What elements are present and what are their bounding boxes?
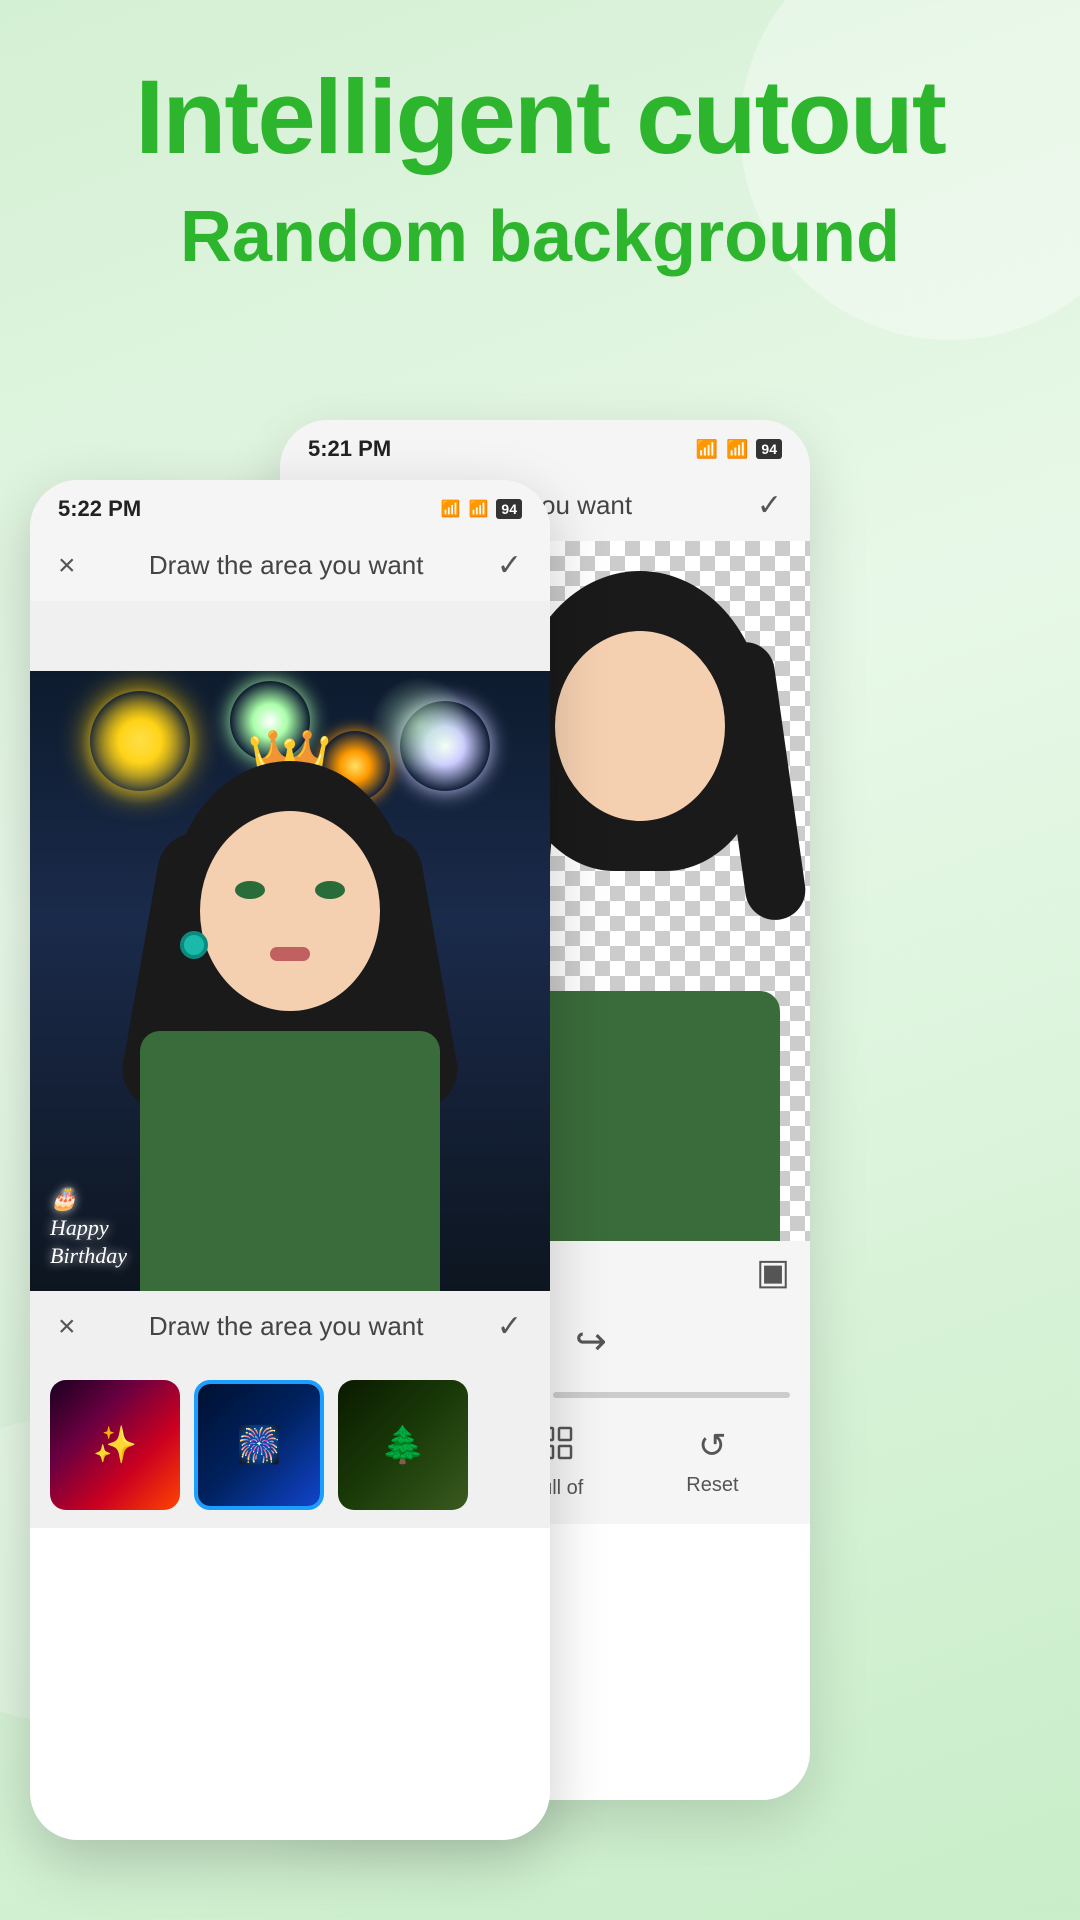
front-top-toolbar: × Draw the area you want ✓ [30, 530, 550, 601]
front-toolbar-title: Draw the area you want [149, 550, 424, 581]
phones-container: 5:21 PM 📶 📶 94 area you want ✓ [0, 400, 1080, 1850]
thumb2-content: 🎆 [198, 1384, 320, 1506]
front-status-bar: 5:22 PM 📶 📶 94 [30, 480, 550, 530]
char-face [555, 631, 725, 821]
slider-opacity[interactable] [553, 1392, 790, 1398]
front-bottom-toolbar-title: Draw the area you want [149, 1311, 424, 1342]
front-top-spacer [30, 601, 550, 671]
front-bottom-confirm-button[interactable]: ✓ [497, 1309, 522, 1344]
wifi-icon: 📶 [726, 439, 748, 460]
birthday-line1: 🎂 [50, 1185, 127, 1214]
birthday-text: 🎂 Happy Birthday [50, 1185, 127, 1271]
back-confirm-button[interactable]: ✓ [757, 488, 782, 523]
thumb1-content: ✨ [50, 1380, 180, 1510]
face [200, 811, 380, 1011]
header-section: Intelligent cutout Random background [0, 60, 1080, 278]
thumbnail-1[interactable]: ✨ [50, 1380, 180, 1510]
reset-icon: ↺ [698, 1426, 727, 1466]
eye-right [315, 881, 345, 899]
compare-icon[interactable]: ▣ [756, 1251, 790, 1293]
subtitle: Random background [0, 196, 1080, 278]
main-title: Intelligent cutout [0, 60, 1080, 176]
front-close-button[interactable]: × [58, 549, 76, 583]
phone-front: 5:22 PM 📶 📶 94 × Draw the area you want … [30, 480, 550, 1840]
back-battery: 94 [756, 439, 782, 459]
earring [180, 931, 208, 959]
character-body: 👑 [120, 731, 460, 1291]
back-status-icons: 📶 📶 94 [696, 439, 782, 460]
thumbnail-strip: ✨ 🎆 🌲 [30, 1362, 550, 1528]
thumb3-content: 🌲 [338, 1380, 468, 1510]
reset-label: Reset [686, 1474, 738, 1497]
thumb-bg-1: ✨ [50, 1380, 180, 1510]
redo-button[interactable]: ↪ [575, 1319, 607, 1364]
eye-left [235, 881, 265, 899]
back-phone-status-bar: 5:21 PM 📶 📶 94 [280, 420, 810, 470]
front-bottom-toolbar: × Draw the area you want ✓ [30, 1291, 550, 1362]
thumbnail-2[interactable]: 🎆 [194, 1380, 324, 1510]
front-status-time: 5:22 PM [58, 496, 141, 522]
signal-icon: 📶 [696, 439, 718, 460]
birthday-line2: Happy [50, 1214, 127, 1243]
lips [270, 947, 310, 961]
front-wifi-icon: 📶 [469, 499, 489, 519]
action-reset[interactable]: ↺ Reset [686, 1426, 738, 1500]
front-battery: 94 [496, 499, 522, 519]
back-status-time: 5:21 PM [308, 436, 391, 462]
front-main-image: 👑 [30, 671, 550, 1291]
birthday-line3: Birthday [50, 1242, 127, 1271]
thumb-bg-2: 🎆 [198, 1384, 320, 1506]
front-bottom-close-button[interactable]: × [58, 1310, 76, 1344]
front-confirm-button[interactable]: ✓ [497, 548, 522, 583]
thumbnail-3[interactable]: 🌲 [338, 1380, 468, 1510]
front-signal-icon: 📶 [441, 499, 461, 519]
front-status-icons: 📶 📶 94 [441, 499, 522, 519]
jacket [140, 1031, 440, 1291]
anime-illustration: 👑 [30, 671, 550, 1291]
thumb-bg-3: 🌲 [338, 1380, 468, 1510]
